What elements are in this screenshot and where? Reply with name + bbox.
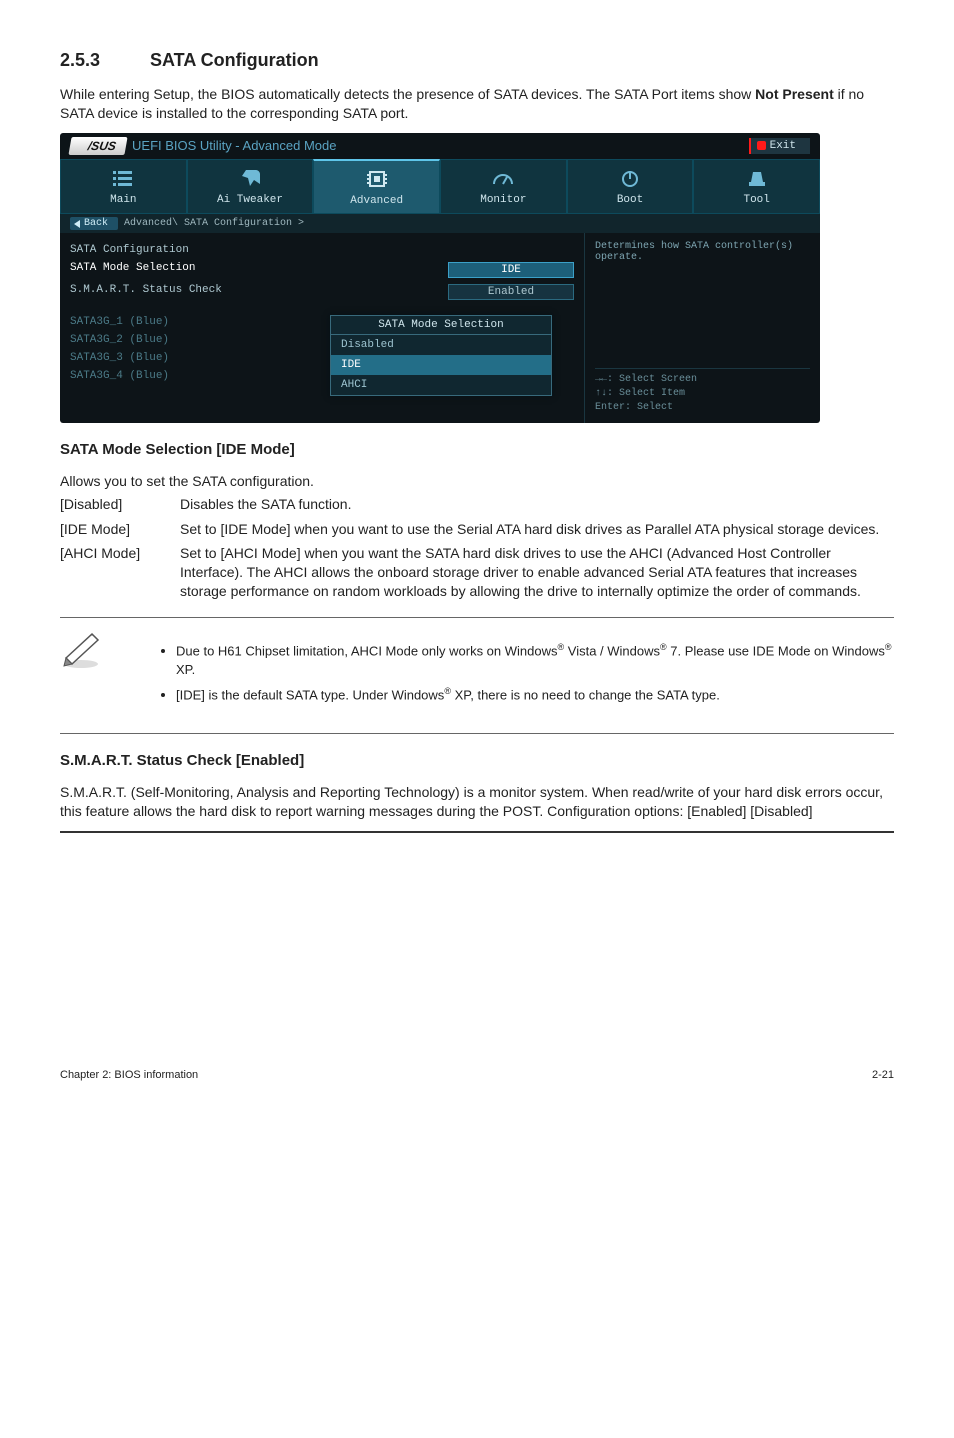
breadcrumb-path: Advanced\ SATA Configuration > [124, 218, 304, 229]
section-number: 2.5.3 [60, 50, 150, 71]
exit-label: Exit [770, 140, 796, 152]
note-list: Due to H61 Chipset limitation, AHCI Mode… [120, 641, 894, 710]
help-text: Determines how SATA controller(s) operat… [595, 241, 810, 263]
bios-tab-bar: Main Ai Tweaker Advanced Monitor Boot To… [60, 159, 820, 214]
intro-paragraph: While entering Setup, the BIOS automatic… [60, 85, 894, 123]
note-1: Due to H61 Chipset limitation, AHCI Mode… [176, 641, 894, 679]
group-title-row: SATA Configuration [70, 241, 574, 259]
tab-main[interactable]: Main [60, 159, 187, 214]
popup-option-ide[interactable]: IDE [331, 355, 551, 375]
bios-logo: /SUS UEFI BIOS Utility - Advanced Mode [70, 137, 336, 155]
tab-ai-tweaker[interactable]: Ai Tweaker [187, 159, 314, 214]
page-footer: Chapter 2: BIOS information 2-21 [60, 1063, 894, 1081]
option-disabled: [Disabled] Disables the SATA function. [60, 495, 894, 514]
option-ahci: [AHCI Mode] Set to [AHCI Mode] when you … [60, 544, 894, 601]
footer-chapter: Chapter 2: BIOS information [60, 1069, 198, 1081]
notes-block: Due to H61 Chipset limitation, AHCI Mode… [60, 617, 894, 734]
tab-tool[interactable]: Tool [693, 159, 820, 214]
smart-check-row[interactable]: S.M.A.R.T. Status Check Enabled [70, 281, 574, 303]
footer-page: 2-21 [872, 1069, 894, 1081]
tab-boot[interactable]: Boot [567, 159, 694, 214]
exit-button[interactable]: Exit [749, 138, 810, 154]
list-icon [110, 168, 136, 188]
mode-popup: SATA Mode Selection Disabled IDE AHCI [330, 315, 552, 396]
tab-monitor[interactable]: Monitor [440, 159, 567, 214]
popup-option-disabled[interactable]: Disabled [331, 335, 551, 355]
mode-lead: Allows you to set the SATA configuration… [60, 472, 894, 491]
breadcrumb: Back Advanced\ SATA Configuration > [60, 214, 820, 233]
brand-badge: /SUS [68, 137, 127, 155]
tool-icon [744, 168, 770, 188]
power-icon [757, 141, 766, 150]
section-heading: 2.5.3 SATA Configuration [60, 50, 894, 71]
gauge-icon [490, 168, 516, 188]
popup-title: SATA Mode Selection [331, 316, 551, 335]
option-ide: [IDE Mode] Set to [IDE Mode] when you wa… [60, 520, 894, 539]
mode-heading: SATA Mode Selection [IDE Mode] [60, 441, 894, 458]
smart-body: S.M.A.R.T. (Self-Monitoring, Analysis an… [60, 783, 894, 821]
note-icon [60, 628, 102, 675]
chip-icon [364, 169, 390, 189]
nav-hints: →←: Select Screen ↑↓: Select Item Enter:… [595, 368, 810, 415]
bios-settings-panel: SATA Configuration SATA Mode Selection I… [60, 233, 584, 423]
tab-advanced[interactable]: Advanced [313, 159, 440, 214]
mouse-icon [237, 168, 263, 188]
popup-option-ahci[interactable]: AHCI [331, 375, 551, 395]
back-button[interactable]: Back [70, 217, 118, 230]
bios-title: UEFI BIOS Utility - Advanced Mode [132, 138, 336, 153]
note-2: [IDE] is the default SATA type. Under Wi… [176, 685, 894, 705]
power-icon-tab [617, 168, 643, 188]
bios-screenshot: /SUS UEFI BIOS Utility - Advanced Mode E… [60, 133, 820, 423]
section-title: SATA Configuration [150, 50, 319, 71]
smart-heading: S.M.A.R.T. Status Check [Enabled] [60, 752, 894, 769]
sata-mode-row[interactable]: SATA Mode Selection IDE [70, 259, 574, 281]
